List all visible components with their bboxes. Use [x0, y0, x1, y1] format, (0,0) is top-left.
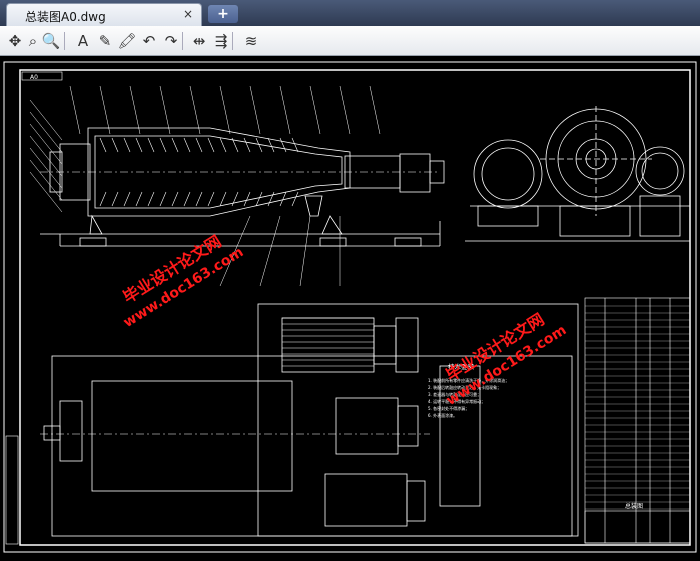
measure-distance-icon[interactable]: ⇹ — [188, 30, 210, 52]
leader-line — [219, 215, 251, 287]
screw-flight — [99, 191, 107, 207]
document-tab[interactable]: 总装图A0.dwg × — [6, 3, 202, 26]
leader-line — [99, 85, 111, 135]
leader-line — [279, 85, 291, 135]
leader-line — [29, 159, 63, 201]
title-block-label: 总装图 — [625, 502, 643, 510]
leader-line — [29, 147, 63, 189]
leader-line — [29, 135, 63, 177]
screw-flight — [99, 137, 107, 153]
screw-flight — [171, 137, 179, 153]
screw-flight — [135, 191, 143, 207]
screw-flight — [135, 137, 143, 153]
note-line: 2. 装配后转鼓应转动灵活，无卡阻现象； — [428, 384, 501, 390]
leader-line — [259, 215, 281, 287]
leader-lines — [29, 85, 381, 287]
leader-line — [159, 85, 171, 135]
leader-line — [129, 85, 141, 135]
leader-line — [29, 123, 63, 165]
left-strip — [5, 435, 19, 545]
drawing-canvas[interactable]: A0 总装图 技术要求 1. 装配前所有零件应清洗干净，并涂润滑油； 2. 装配… — [0, 56, 700, 557]
screw-flight — [255, 191, 263, 207]
note-line: 5. 各密封处不得渗漏； — [428, 405, 469, 411]
zoom-realtime-icon[interactable]: 🔍 — [40, 30, 62, 52]
screw-flight — [279, 137, 287, 153]
leader-line — [189, 85, 201, 135]
screw-flight — [267, 137, 275, 153]
screw-flight — [267, 191, 275, 207]
close-icon[interactable]: × — [183, 7, 193, 21]
leader-line — [29, 111, 63, 153]
leader-line — [339, 85, 351, 135]
screw-flight — [159, 191, 167, 207]
cad-drawing: A0 总装图 技术要求 1. 装配前所有零件应清洗干净，并涂润滑油； 2. 装配… — [3, 61, 697, 553]
toolbar-separator — [182, 32, 183, 50]
notes-title: 技术要求 — [448, 362, 475, 371]
decanter-main-view — [40, 127, 445, 247]
tab-bar: 总装图A0.dwg × + — [0, 0, 700, 26]
leader-line — [369, 85, 381, 135]
screw-flight — [243, 191, 251, 207]
screw-flight — [183, 191, 191, 207]
screw-flight — [183, 137, 191, 153]
screw-flight — [123, 137, 131, 153]
layers-icon[interactable]: ≋ — [240, 30, 262, 52]
toolbar-separator — [64, 32, 65, 50]
undo-icon[interactable]: ↶ — [138, 30, 160, 52]
side-view — [465, 106, 690, 242]
screw-flight — [123, 191, 131, 207]
screw-flight — [207, 191, 215, 207]
document-tab-label: 总装图A0.dwg — [25, 10, 106, 24]
screw-flight — [291, 191, 299, 207]
note-line: 3. 差速器与转鼓连接应可靠； — [428, 391, 481, 397]
redo-icon[interactable]: ↷ — [160, 30, 182, 52]
new-tab-button[interactable]: + — [208, 5, 238, 23]
leader-line — [249, 85, 261, 135]
toolbar-separator — [232, 32, 233, 50]
pencil-icon[interactable]: ✎ — [94, 30, 116, 52]
screw-flight — [219, 191, 227, 207]
screw-flight — [147, 191, 155, 207]
screw-flight — [243, 137, 251, 153]
toolbar: ✥ ⌕ 🔍 A ✎ 🖍 ↶ ↷ ⇹ ⇶ ≋ — [0, 26, 700, 56]
leader-line — [29, 99, 63, 141]
screw-flight — [147, 137, 155, 153]
note-line: 6. 外表面涂漆。 — [428, 412, 457, 418]
screw-flight — [111, 137, 119, 153]
note-line: 1. 装配前所有零件应清洗干净，并涂润滑油； — [428, 377, 509, 383]
leader-line — [309, 85, 321, 135]
screw-flight — [219, 137, 227, 153]
screw-flight — [111, 191, 119, 207]
text-tool-icon[interactable]: A — [72, 30, 94, 52]
screw-flight — [231, 191, 239, 207]
frame-tag-box — [21, 71, 63, 81]
leader-line — [69, 85, 81, 135]
frame-tag: A0 — [30, 74, 38, 81]
screw-flight — [195, 137, 203, 153]
screw-flight — [159, 137, 167, 153]
screw-flight — [195, 191, 203, 207]
screw-flight — [171, 191, 179, 207]
plan-view — [40, 303, 579, 537]
outer-border — [3, 61, 697, 553]
note-line: 4. 运转平稳，不得有异常振动； — [428, 398, 485, 404]
screw-flight — [207, 137, 215, 153]
leader-line — [299, 215, 311, 287]
highlighter-icon[interactable]: 🖍 — [116, 30, 138, 52]
leader-line — [219, 85, 231, 135]
measure-area-icon[interactable]: ⇶ — [210, 30, 232, 52]
